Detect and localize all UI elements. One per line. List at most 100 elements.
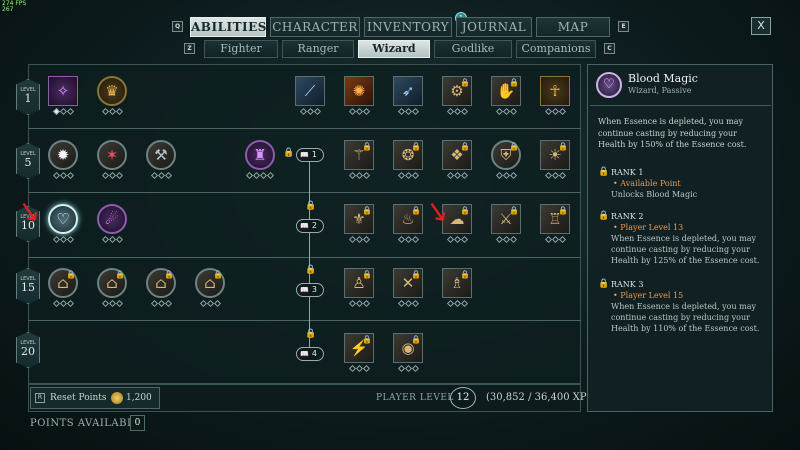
prev-tab-key-hint[interactable]: Q [172, 21, 183, 32]
skill-node[interactable]: ✺ [344, 76, 374, 116]
skill-node[interactable]: ♖ 🔒 [540, 204, 570, 244]
skill-node[interactable]: ☥ [540, 76, 570, 116]
lock-icon: 🔒 [66, 270, 76, 279]
coin-icon [111, 392, 123, 404]
lock-icon: 🔒 [558, 142, 568, 151]
lock-icon: 🔒 [283, 148, 295, 158]
lock-icon: 🔒 [213, 270, 223, 279]
subtab-wizard[interactable]: Wizard [358, 40, 430, 58]
heart-icon: ♡ [48, 204, 78, 234]
close-button[interactable]: X [751, 17, 771, 35]
helm-icon: ♜ [245, 140, 275, 170]
skill-node[interactable]: ⚚ 🔒 [344, 140, 374, 180]
subtab-fighter[interactable]: Fighter [204, 40, 278, 58]
lock-icon: 🔒 [115, 270, 125, 279]
skill-node[interactable]: ⟋ [295, 76, 325, 116]
skill-node[interactable]: ⚔ 🔒 [491, 204, 521, 244]
lock-icon: 🔒 [305, 265, 317, 275]
skill-node[interactable]: ⌂ 🔒 [195, 268, 225, 308]
skill-node[interactable]: ♗ 🔒 [442, 268, 472, 308]
xp-progress-text: (30,852 / 36,400 XP) [486, 392, 591, 403]
tier-divider [28, 192, 581, 193]
arrow-spell-icon: ➶ [393, 76, 423, 106]
subtab-godlike[interactable]: Godlike [434, 40, 512, 58]
skill-node[interactable]: ◉ 🔒 [393, 333, 423, 373]
skill-node[interactable]: ✹ [48, 140, 78, 180]
reset-cost: 1,200 [126, 393, 152, 403]
reset-key-hint: R [35, 393, 45, 403]
fan-icon: ✺ [344, 76, 374, 106]
comet-icon: ☄ [97, 204, 127, 234]
subtab-companions[interactable]: Companions [516, 40, 596, 58]
prev-subtab-key-hint[interactable]: Z [184, 43, 195, 54]
skill-node[interactable]: ⛨ 🔒 [491, 140, 521, 180]
player-level-value: 12 [450, 387, 476, 409]
rank-1: 🔒 RANK 1 • Available Point Unlocks Blood… [598, 167, 698, 199]
skill-node[interactable]: ⌂ 🔒 [97, 268, 127, 308]
skill-node[interactable]: ☀ 🔒 [540, 140, 570, 180]
skill-node-blood-magic[interactable]: ♡ [48, 204, 78, 244]
skill-node[interactable]: ✕ 🔒 [393, 268, 423, 308]
tab-character[interactable]: CHARACTER [270, 17, 360, 37]
crown-icon: ♛ [97, 76, 127, 106]
reset-points-label: Reset Points [50, 393, 107, 403]
skill-node[interactable]: ➶ [393, 76, 423, 116]
skill-node[interactable]: ♛ [97, 76, 127, 116]
level-marker-15: LEVEL 15 [16, 268, 40, 304]
skill-node[interactable]: ❂ 🔒 [393, 140, 423, 180]
skill-node[interactable]: ☄ [97, 204, 127, 244]
subtab-ranger[interactable]: Ranger [282, 40, 354, 58]
lock-icon: 🔒 [598, 279, 610, 289]
lock-icon: 🔒 [164, 270, 174, 279]
lock-icon: 🔒 [558, 206, 568, 215]
lock-icon: 🔒 [509, 78, 519, 87]
skill-node[interactable]: ⌂ 🔒 [146, 268, 176, 308]
lock-icon: 🔒 [362, 270, 372, 279]
lock-icon: 🔒 [411, 270, 421, 279]
rank-3: 🔒 RANK 3 • Player Level 15 When Essence … [598, 279, 760, 333]
gate-marker-2: 📖 2 [296, 219, 324, 233]
tab-map[interactable]: MAP [536, 17, 610, 37]
skill-node[interactable]: ❖ 🔒 [442, 140, 472, 180]
lock-icon: 🔒 [305, 201, 317, 211]
skill-node[interactable]: ♜ [245, 140, 275, 180]
ability-title: Blood Magic [628, 72, 698, 85]
skill-node[interactable]: ⚡ 🔒 [344, 333, 374, 373]
figure-icon: ☥ [540, 76, 570, 106]
skill-node[interactable]: ⚒ [146, 140, 176, 180]
lock-icon: 🔒 [460, 78, 470, 87]
skill-node[interactable]: ✶ [97, 140, 127, 180]
tier-divider [28, 320, 581, 321]
staff-icon: ⚒ [146, 140, 176, 170]
lock-icon: 🔒 [460, 142, 470, 151]
next-subtab-key-hint[interactable]: C [604, 43, 615, 54]
ability-subtitle: Wizard, Passive [628, 86, 692, 95]
slash-icon: ⟋ [295, 76, 325, 106]
skill-node[interactable]: ⌂ 🔒 [48, 268, 78, 308]
points-available-label: POINTS AVAILABLE [30, 418, 142, 429]
next-tab-key-hint[interactable]: E [618, 21, 629, 32]
tab-journal[interactable]: JOURNAL [456, 17, 532, 37]
reset-points-button[interactable]: R Reset Points 1,200 [30, 387, 160, 409]
spark-icon: ✶ [97, 140, 127, 170]
skill-node[interactable]: ⚙ 🔒 [442, 76, 472, 116]
gate-marker-4: 📖 4 [296, 347, 324, 361]
lock-icon: 🔒 [362, 142, 372, 151]
skill-node[interactable]: ♨ 🔒 [393, 204, 423, 244]
skill-node[interactable]: ♙ 🔒 [344, 268, 374, 308]
skill-node[interactable]: ✋ 🔒 [491, 76, 521, 116]
points-available-value: 0 [130, 415, 145, 431]
arcane-sigil-icon: ✧ [48, 76, 78, 106]
level-marker-20: LEVEL 20 [16, 332, 40, 368]
player-level-label: PLAYER LEVEL [376, 393, 454, 403]
lock-icon: 🔒 [509, 142, 519, 151]
level-marker-1: LEVEL 1 [16, 79, 40, 115]
skill-node[interactable]: ✧ [48, 76, 78, 116]
fps-counter: 274 FPS 267 [2, 0, 27, 13]
skill-node[interactable]: ⚜ 🔒 [344, 204, 374, 244]
lock-icon: 🔒 [362, 335, 372, 344]
lock-icon: 🔒 [460, 270, 470, 279]
burst-icon: ✹ [48, 140, 78, 170]
tab-inventory[interactable]: INVENTORY [364, 17, 452, 37]
tab-abilities[interactable]: ABILITIES [190, 17, 266, 37]
